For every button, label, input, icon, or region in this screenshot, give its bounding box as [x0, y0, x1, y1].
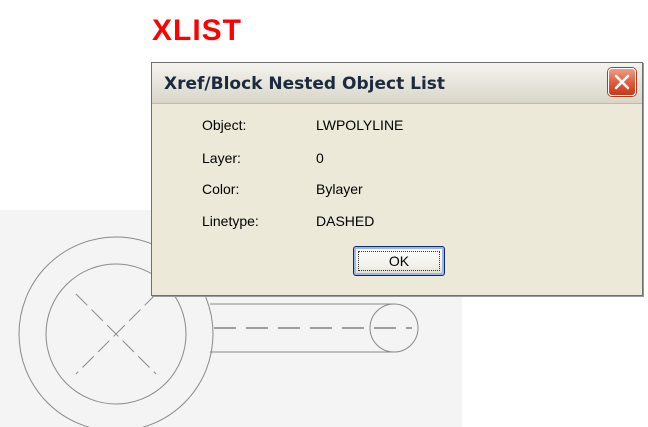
dialog-title: Xref/Block Nested Object List	[164, 74, 446, 94]
linetype-label: Linetype:	[202, 213, 259, 229]
color-label: Color:	[202, 181, 240, 197]
close-button[interactable]	[608, 68, 636, 96]
dialog-titlebar[interactable]: Xref/Block Nested Object List	[152, 63, 642, 104]
color-value: Bylayer	[316, 181, 363, 197]
close-icon	[614, 74, 630, 90]
object-label: Object:	[202, 117, 247, 133]
xref-block-nested-object-list-dialog: Xref/Block Nested Object List Object: LW…	[151, 62, 643, 296]
object-value: LWPOLYLINE	[316, 117, 404, 133]
command-title: XLIST	[152, 14, 243, 47]
layer-value: 0	[316, 150, 324, 166]
ok-button[interactable]: OK	[353, 246, 445, 276]
autocad-workspace: XLIST Xref/Block Nested Object List Obje…	[0, 0, 648, 427]
layer-label: Layer:	[202, 150, 241, 166]
linetype-value: DASHED	[316, 213, 375, 229]
